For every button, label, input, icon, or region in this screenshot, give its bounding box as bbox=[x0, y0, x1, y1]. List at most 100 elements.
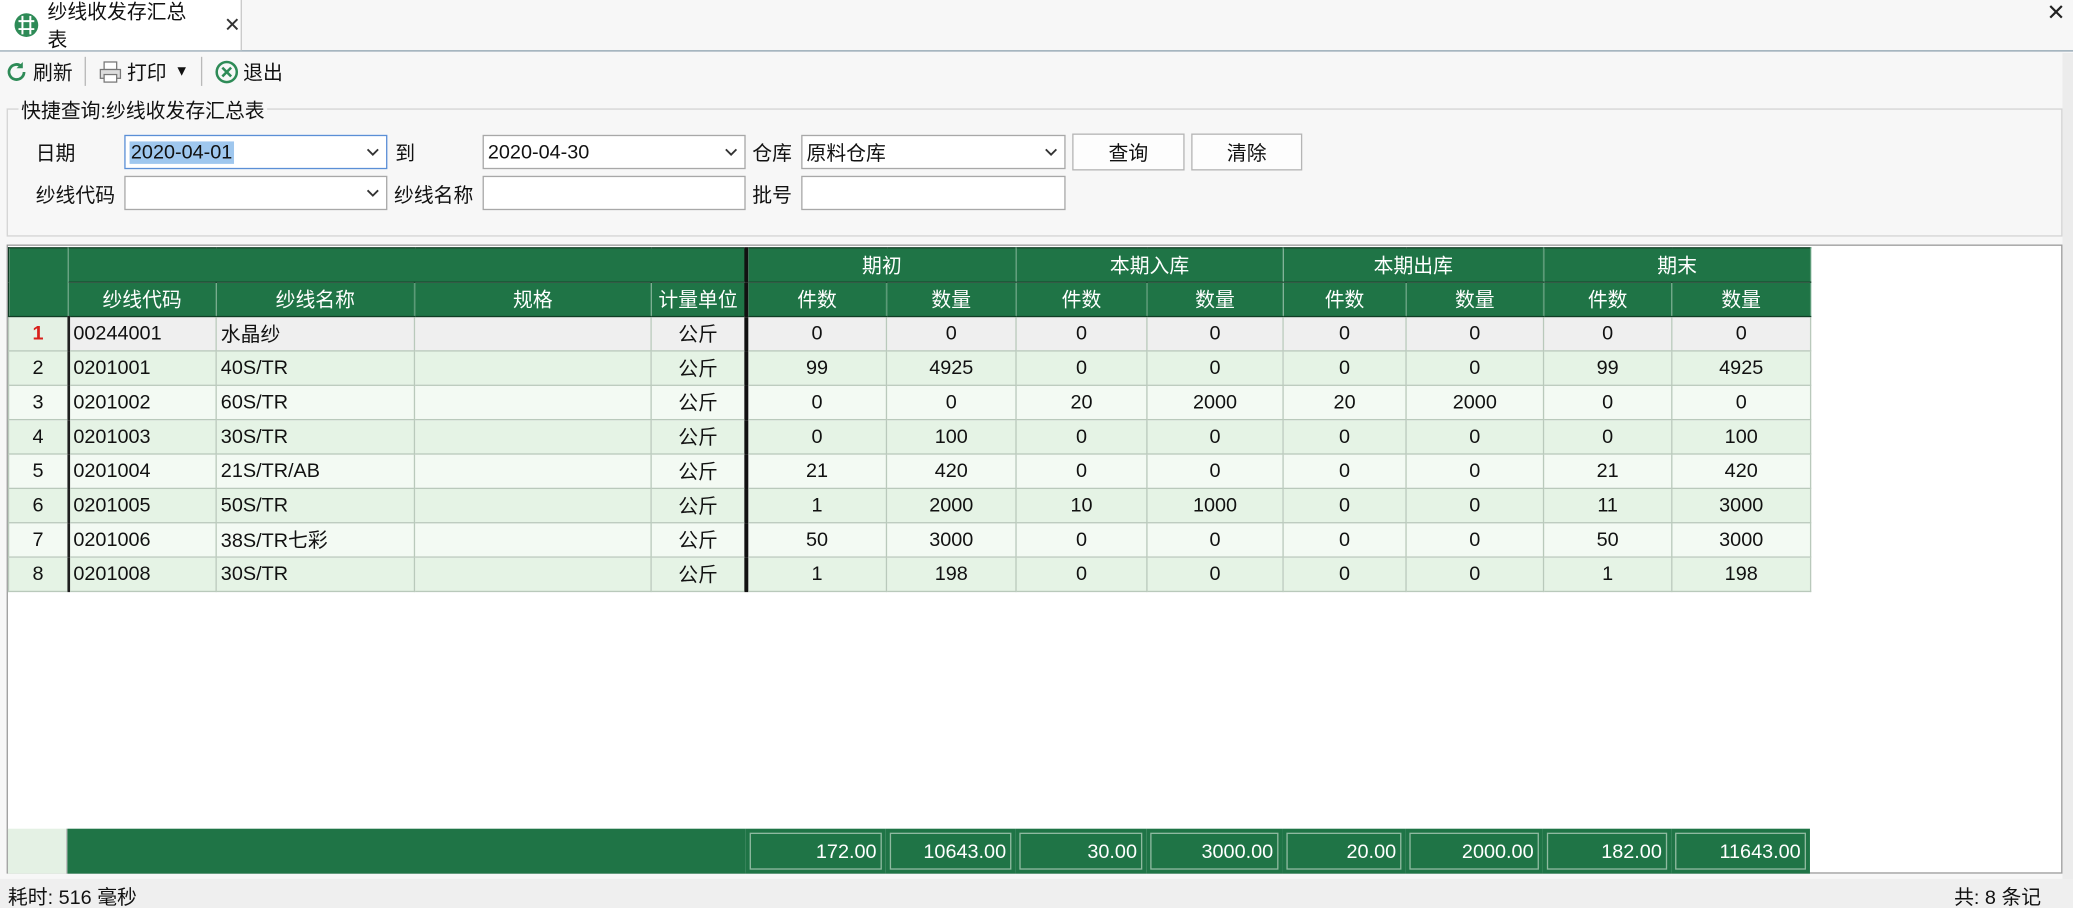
table-row[interactable]: 4 0201003 30S/TR 公斤 0 100 0 0 0 0 0 100 bbox=[7, 418, 1812, 455]
cell-row-number[interactable]: 8 bbox=[7, 556, 70, 593]
cell-yarn-name[interactable]: 60S/TR bbox=[215, 384, 416, 421]
column-header[interactable]: 纱线代码 bbox=[67, 281, 217, 318]
cell-out-pieces[interactable]: 0 bbox=[1282, 487, 1407, 524]
cell-row-number[interactable]: 6 bbox=[7, 487, 70, 524]
cell-in-pieces[interactable]: 0 bbox=[1015, 522, 1148, 558]
table-row[interactable]: 8 0201008 30S/TR 公斤 1 198 0 0 0 0 1 198 bbox=[7, 556, 1812, 593]
column-header[interactable]: 规格 bbox=[413, 281, 652, 318]
clear-button[interactable]: 清除 bbox=[1191, 133, 1303, 171]
cell-yarn-code[interactable]: 0201005 bbox=[67, 487, 217, 524]
cell-begin-qty[interactable]: 420 bbox=[885, 453, 1017, 490]
refresh-button[interactable]: 刷新 bbox=[0, 54, 77, 88]
cell-yarn-code[interactable]: 0201001 bbox=[67, 350, 217, 386]
cell-yarn-code[interactable]: 0201003 bbox=[67, 418, 217, 455]
chevron-down-icon[interactable] bbox=[722, 143, 741, 162]
cell-yarn-code[interactable]: 00244001 bbox=[67, 315, 217, 352]
print-button[interactable]: 打印 ▼ bbox=[94, 54, 193, 88]
cell-yarn-name[interactable]: 水晶纱 bbox=[215, 315, 416, 352]
batch-input[interactable] bbox=[801, 175, 1066, 211]
cell-yarn-name[interactable]: 50S/TR bbox=[215, 487, 416, 524]
cell-in-qty[interactable]: 0 bbox=[1146, 453, 1284, 490]
cell-in-pieces[interactable]: 0 bbox=[1015, 453, 1148, 490]
cell-begin-pieces[interactable]: 21 bbox=[744, 453, 888, 490]
cell-end-pieces[interactable]: 0 bbox=[1542, 315, 1673, 352]
cell-begin-pieces[interactable]: 99 bbox=[744, 350, 888, 386]
cell-yarn-name[interactable]: 30S/TR bbox=[215, 556, 416, 593]
cell-in-pieces[interactable]: 0 bbox=[1015, 350, 1148, 386]
cell-spec[interactable] bbox=[413, 522, 652, 558]
cell-spec[interactable] bbox=[413, 384, 652, 421]
cell-out-qty[interactable]: 0 bbox=[1405, 487, 1545, 524]
cell-out-qty[interactable]: 0 bbox=[1405, 350, 1545, 386]
cell-in-qty[interactable]: 0 bbox=[1146, 418, 1284, 455]
cell-begin-pieces[interactable]: 1 bbox=[744, 487, 888, 524]
table-row[interactable]: 7 0201006 38S/TR七彩 公斤 50 3000 0 0 0 0 50 3000 bbox=[7, 522, 1812, 558]
column-header[interactable]: 计量单位 bbox=[650, 281, 747, 318]
cell-begin-qty[interactable]: 198 bbox=[885, 556, 1017, 593]
column-header[interactable]: 件数 bbox=[1542, 281, 1673, 318]
cell-unit[interactable]: 公斤 bbox=[650, 487, 747, 524]
cell-yarn-name[interactable]: 21S/TR/AB bbox=[215, 453, 416, 490]
cell-spec[interactable] bbox=[413, 453, 652, 490]
cell-end-pieces[interactable]: 0 bbox=[1542, 418, 1673, 455]
chevron-down-icon[interactable] bbox=[1042, 143, 1061, 162]
cell-spec[interactable] bbox=[413, 350, 652, 386]
cell-in-pieces[interactable]: 0 bbox=[1015, 315, 1148, 352]
table-row[interactable]: 2 0201001 40S/TR 公斤 99 4925 0 0 0 0 99 4925 bbox=[7, 350, 1812, 386]
cell-yarn-code[interactable]: 0201008 bbox=[67, 556, 217, 593]
cell-row-number[interactable]: 3 bbox=[7, 384, 70, 421]
vertical-scrollbar[interactable] bbox=[2062, 52, 2073, 879]
data-grid[interactable]: 期初 本期入库 本期出库 期末 纱线代码 纱线名称 规格 计量单位 件数 数量 件数 数量 件数 数量件… bbox=[6, 244, 2063, 874]
cell-begin-pieces[interactable]: 0 bbox=[744, 315, 888, 352]
cell-unit[interactable]: 公斤 bbox=[650, 350, 747, 386]
table-row[interactable]: 3 0201002 60S/TR 公斤 0 0 20 2000 20 2000 0 0 bbox=[7, 384, 1812, 421]
cell-end-qty[interactable]: 4925 bbox=[1671, 350, 1812, 386]
cell-begin-qty[interactable]: 100 bbox=[885, 418, 1017, 455]
cell-end-qty[interactable]: 198 bbox=[1671, 556, 1812, 593]
warehouse-select[interactable]: 原料仓库 bbox=[801, 134, 1066, 170]
cell-unit[interactable]: 公斤 bbox=[650, 418, 747, 455]
column-header[interactable]: 件数 bbox=[744, 281, 888, 318]
cell-row-number[interactable]: 7 bbox=[7, 522, 70, 558]
cell-out-qty[interactable]: 0 bbox=[1405, 315, 1545, 352]
exit-button[interactable]: 退出 bbox=[210, 54, 287, 88]
cell-out-pieces[interactable]: 0 bbox=[1282, 556, 1407, 593]
cell-begin-qty[interactable]: 3000 bbox=[885, 522, 1017, 558]
cell-in-pieces[interactable]: 0 bbox=[1015, 418, 1148, 455]
cell-end-pieces[interactable]: 21 bbox=[1542, 453, 1673, 490]
column-header[interactable]: 数量 bbox=[885, 281, 1017, 318]
cell-begin-qty[interactable]: 0 bbox=[885, 315, 1017, 352]
cell-end-qty[interactable]: 3000 bbox=[1671, 487, 1812, 524]
cell-begin-qty[interactable]: 2000 bbox=[885, 487, 1017, 524]
cell-spec[interactable] bbox=[413, 418, 652, 455]
column-header[interactable]: 数量 bbox=[1671, 281, 1812, 318]
cell-begin-pieces[interactable]: 0 bbox=[744, 384, 888, 421]
cell-yarn-code[interactable]: 0201002 bbox=[67, 384, 217, 421]
column-header[interactable]: 纱线名称 bbox=[215, 281, 416, 318]
cell-spec[interactable] bbox=[413, 487, 652, 524]
cell-out-qty[interactable]: 2000 bbox=[1405, 384, 1545, 421]
cell-begin-qty[interactable]: 4925 bbox=[885, 350, 1017, 386]
cell-out-qty[interactable]: 0 bbox=[1405, 522, 1545, 558]
cell-begin-pieces[interactable]: 50 bbox=[744, 522, 888, 558]
cell-in-pieces[interactable]: 0 bbox=[1015, 556, 1148, 593]
cell-out-pieces[interactable]: 0 bbox=[1282, 350, 1407, 386]
cell-out-pieces[interactable]: 0 bbox=[1282, 522, 1407, 558]
cell-out-pieces[interactable]: 0 bbox=[1282, 315, 1407, 352]
cell-end-qty[interactable]: 100 bbox=[1671, 418, 1812, 455]
cell-spec[interactable] bbox=[413, 315, 652, 352]
chevron-down-icon[interactable] bbox=[364, 184, 383, 203]
cell-out-pieces[interactable]: 0 bbox=[1282, 453, 1407, 490]
cell-begin-pieces[interactable]: 1 bbox=[744, 556, 888, 593]
cell-out-pieces[interactable]: 0 bbox=[1282, 418, 1407, 455]
cell-begin-pieces[interactable]: 0 bbox=[744, 418, 888, 455]
cell-out-qty[interactable]: 0 bbox=[1405, 556, 1545, 593]
window-close-icon[interactable]: ✕ bbox=[2047, 0, 2066, 26]
cell-in-qty[interactable]: 0 bbox=[1146, 522, 1284, 558]
cell-end-pieces[interactable]: 11 bbox=[1542, 487, 1673, 524]
table-row[interactable]: 5 0201004 21S/TR/AB 公斤 21 420 0 0 0 0 21 420 bbox=[7, 453, 1812, 490]
cell-in-pieces[interactable]: 10 bbox=[1015, 487, 1148, 524]
cell-end-qty[interactable]: 3000 bbox=[1671, 522, 1812, 558]
date-from-select[interactable]: 2020-04-01 bbox=[124, 134, 388, 170]
column-header[interactable]: 件数 bbox=[1015, 281, 1148, 318]
